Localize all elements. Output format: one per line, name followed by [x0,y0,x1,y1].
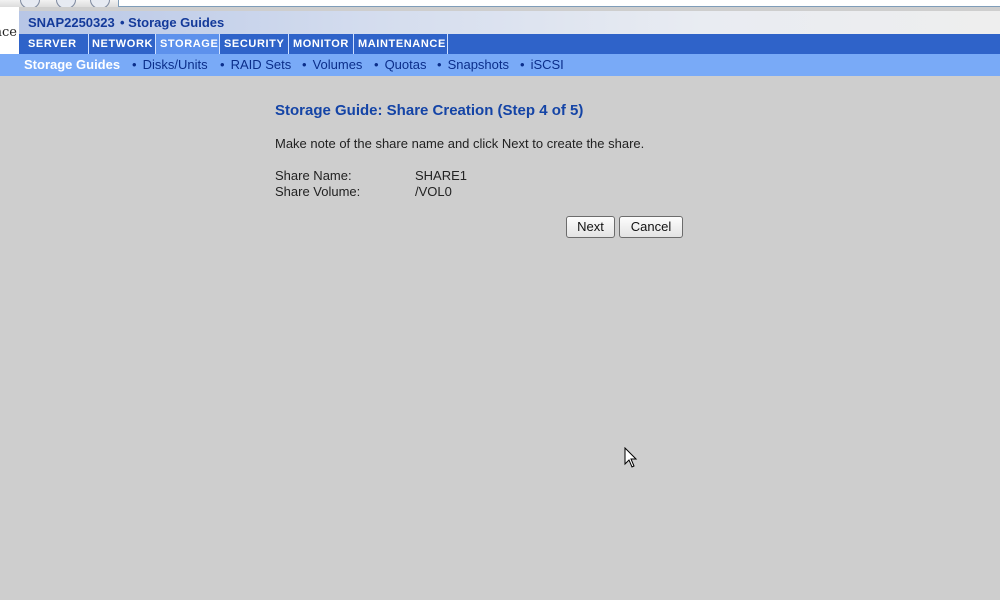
subnav-storage-guides[interactable]: Storage Guides [24,57,120,72]
bullet-separator: • [132,57,137,72]
bullet-separator: • [374,57,379,72]
brand-logo-text: nce [0,25,17,40]
page-title: • Storage Guides [120,15,225,30]
wizard-title: Storage Guide: Share Creation (Step 4 of… [275,102,584,119]
address-bar[interactable] [118,0,1000,7]
subnav-label: Quotas [384,57,427,72]
share-name-label: Share Name: [275,168,352,183]
subnav-label: Disks/Units [142,57,208,72]
subnav-label: Volumes [312,57,363,72]
browser-home-icon[interactable] [90,0,110,7]
subnav-quotas[interactable]: • Quotas [374,57,426,72]
title-bar: SNAP2250323 • Storage Guides [19,11,1000,34]
subnav-label: Snapshots [447,57,509,72]
share-name-value: SHARE1 [415,168,468,183]
mouse-cursor-icon [624,447,638,468]
share-volume-label: Share Volume: [275,184,361,199]
tab-maintenance[interactable]: MAINTENANCE [354,34,448,54]
subnav-label: iSCSI [530,57,564,72]
tab-security[interactable]: SECURITY [220,34,289,54]
subnav-iscsi[interactable]: • iSCSI [520,57,564,72]
browser-stop-icon[interactable] [56,0,76,7]
bullet-separator: • [302,57,307,72]
host-name: SNAP2250323 [28,15,115,30]
tab-server[interactable]: SERVER [24,34,89,54]
sub-nav: Storage Guides • Disks/Units • RAID Sets •… [0,54,1000,76]
bullet-separator: • [220,57,225,72]
tab-storage[interactable]: STORAGE [156,34,220,54]
browser-back-icon[interactable] [20,0,40,7]
bullet-separator: • [437,57,442,72]
cancel-button[interactable]: Cancel [619,216,683,238]
next-button[interactable]: Next [566,216,615,238]
subnav-snapshots[interactable]: • Snapshots [437,57,509,72]
browser-toolbar [0,0,1000,7]
share-volume-value: /VOL0 [415,184,452,199]
tab-network[interactable]: NETWORK [88,34,156,54]
subnav-label: Storage Guides [24,57,121,72]
subnav-raid-sets[interactable]: • RAID Sets [220,57,291,72]
subnav-disks-units[interactable]: • Disks/Units [132,57,208,72]
wizard-instructions: Make note of the share name and click Ne… [275,136,645,151]
bullet-separator: • [520,57,525,72]
subnav-label: RAID Sets [230,57,292,72]
brand-logo: nce [0,7,19,54]
subnav-volumes[interactable]: • Volumes [302,57,362,72]
main-nav: SERVER NETWORK STORAGE SECURITY MONITOR … [19,34,1000,54]
tab-monitor[interactable]: MONITOR [289,34,354,54]
